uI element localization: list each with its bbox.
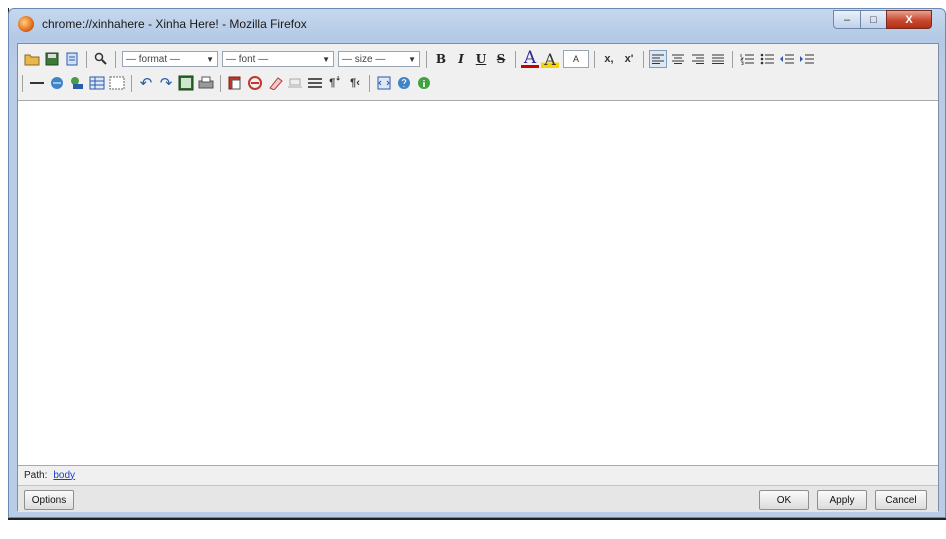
text-indicator: A bbox=[563, 50, 589, 68]
align-left-icon[interactable] bbox=[649, 50, 667, 68]
rtl-direction-icon[interactable]: ¶‹ bbox=[346, 74, 364, 92]
bold-button[interactable]: B bbox=[432, 50, 450, 68]
html-source-icon[interactable] bbox=[375, 74, 393, 92]
insert-link-icon[interactable] bbox=[48, 74, 66, 92]
minimize-button[interactable]: – bbox=[833, 10, 861, 29]
font-select[interactable]: — font — ▼ bbox=[222, 51, 334, 67]
subscript-button[interactable]: x, bbox=[600, 50, 618, 68]
size-select-value: — size — bbox=[342, 53, 386, 65]
toolbar-separator bbox=[115, 50, 116, 68]
align-justify-icon[interactable] bbox=[709, 50, 727, 68]
font-color-button[interactable]: A bbox=[521, 48, 539, 68]
insert-image-icon[interactable] bbox=[68, 74, 86, 92]
path-body-link[interactable]: body bbox=[53, 470, 75, 481]
italic-button[interactable]: I bbox=[452, 50, 470, 68]
toolbar-separator bbox=[594, 50, 595, 68]
window-title: chrome://xinhahere - Xinha Here! - Mozil… bbox=[42, 17, 307, 31]
redo-icon[interactable]: ↷ bbox=[157, 74, 175, 92]
insert-anchor-icon[interactable] bbox=[306, 74, 324, 92]
toolbar-separator bbox=[643, 50, 644, 68]
print-icon[interactable] bbox=[197, 74, 215, 92]
title-bar: chrome://xinhahere - Xinha Here! - Mozil… bbox=[9, 9, 945, 43]
cancel-button[interactable]: Cancel bbox=[875, 490, 927, 510]
toolbar-separator bbox=[369, 74, 370, 92]
open-folder-icon[interactable] bbox=[23, 50, 41, 68]
toolbar-row-2: ↶ ↷ ¶ꜜ ¶‹ bbox=[22, 72, 434, 94]
paste-icon[interactable] bbox=[226, 74, 244, 92]
xinha-editor: — format — ▼ — font — ▼ — size — ▼ B I U S … bbox=[17, 43, 939, 512]
toolbar-separator bbox=[515, 50, 516, 68]
spellcheck-icon[interactable] bbox=[246, 74, 264, 92]
toolbar-separator bbox=[426, 50, 427, 68]
superscript-button[interactable]: x' bbox=[620, 50, 638, 68]
toolbar-separator bbox=[220, 74, 221, 92]
format-select-value: — format — bbox=[126, 53, 180, 65]
dialog-button-bar: Options OK Apply Cancel bbox=[18, 485, 938, 512]
font-select-value: — font — bbox=[226, 53, 269, 65]
format-select[interactable]: — format — ▼ bbox=[122, 51, 218, 67]
highlight-color-button[interactable]: A bbox=[541, 50, 559, 69]
toolbar-separator bbox=[86, 50, 87, 68]
fullscreen-icon[interactable] bbox=[177, 74, 195, 92]
path-label: Path: bbox=[24, 469, 48, 481]
apply-button[interactable]: Apply bbox=[817, 490, 867, 510]
status-bar: Path: body bbox=[18, 466, 938, 484]
maximize-button[interactable]: □ bbox=[860, 10, 887, 29]
toggle-borders-icon[interactable] bbox=[108, 74, 126, 92]
horizontal-rule-icon[interactable] bbox=[28, 74, 46, 92]
new-document-icon[interactable] bbox=[63, 50, 81, 68]
toolbar-separator bbox=[22, 74, 23, 92]
chevron-down-icon: ▼ bbox=[408, 55, 416, 64]
editor-toolbar: — format — ▼ — font — ▼ — size — ▼ B I U S … bbox=[18, 44, 938, 101]
chevron-down-icon: ▼ bbox=[322, 55, 330, 64]
chevron-down-icon: ▼ bbox=[206, 55, 214, 64]
about-icon[interactable] bbox=[415, 74, 433, 92]
ltr-direction-icon[interactable]: ¶ꜜ bbox=[326, 74, 344, 92]
close-button[interactable]: X bbox=[886, 10, 932, 29]
size-select[interactable]: — size — ▼ bbox=[338, 51, 420, 67]
find-replace-icon[interactable] bbox=[92, 50, 110, 68]
insert-special-char-icon[interactable] bbox=[286, 74, 304, 92]
outdent-icon[interactable] bbox=[778, 50, 796, 68]
indent-icon[interactable] bbox=[798, 50, 816, 68]
insert-table-icon[interactable] bbox=[88, 74, 106, 92]
browser-window: chrome://xinhahere - Xinha Here! - Mozil… bbox=[8, 8, 946, 518]
clear-formatting-icon[interactable] bbox=[266, 74, 284, 92]
options-button[interactable]: Options bbox=[24, 490, 74, 510]
toolbar-separator bbox=[131, 74, 132, 92]
toolbar-row-1: — format — ▼ — font — ▼ — size — ▼ B I U S … bbox=[22, 48, 817, 70]
editor-content-area[interactable] bbox=[18, 101, 938, 466]
underline-button[interactable]: U bbox=[472, 50, 490, 68]
align-center-icon[interactable] bbox=[669, 50, 687, 68]
undo-icon[interactable]: ↶ bbox=[137, 74, 155, 92]
strikethrough-button[interactable]: S bbox=[492, 50, 510, 68]
align-right-icon[interactable] bbox=[689, 50, 707, 68]
firefox-icon bbox=[18, 16, 34, 32]
unordered-list-icon[interactable] bbox=[758, 50, 776, 68]
help-icon[interactable] bbox=[395, 74, 413, 92]
window-shadow-bottom bbox=[8, 518, 946, 520]
ordered-list-icon[interactable] bbox=[738, 50, 756, 68]
toolbar-separator bbox=[732, 50, 733, 68]
save-icon[interactable] bbox=[43, 50, 61, 68]
ok-button[interactable]: OK bbox=[759, 490, 809, 510]
